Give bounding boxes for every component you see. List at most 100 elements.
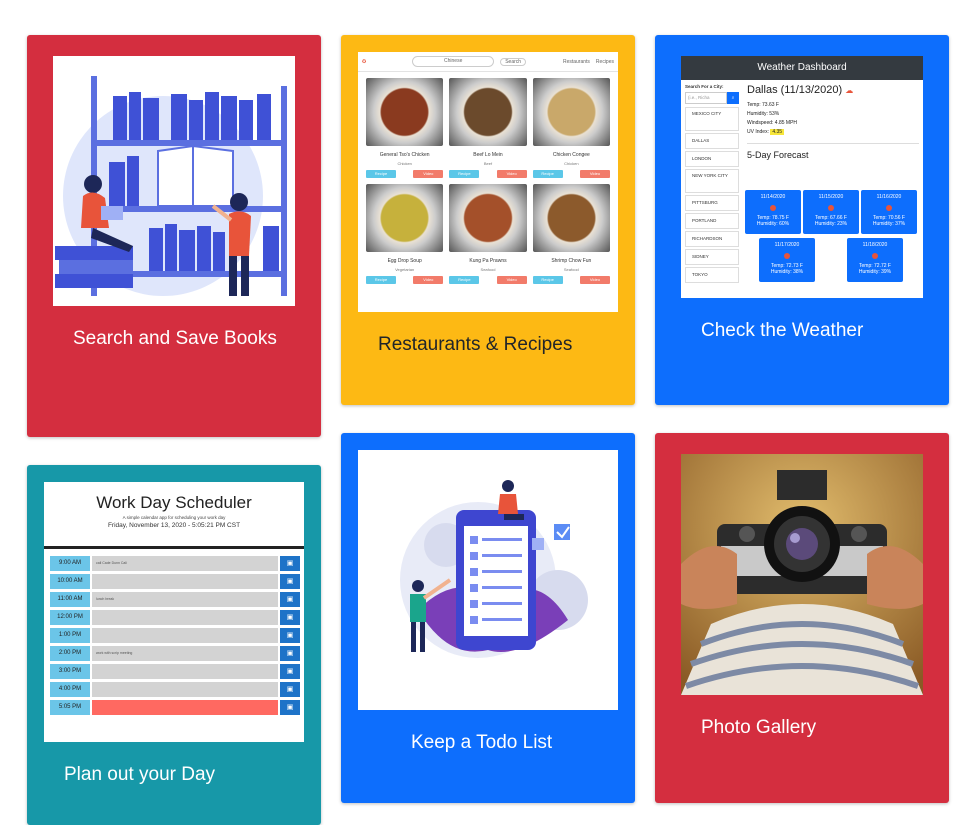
recipes-grid: General Tso's Chicken Chicken Recipe Vid… [358,72,618,290]
recipe-card[interactable]: General Tso's Chicken Chicken Recipe Vid… [366,78,444,178]
photo-card[interactable]: Photo Gallery [655,433,949,803]
recipe-card[interactable]: Chicken Congee Chicken Recipe Video [532,78,610,178]
hour-label: 5:05 PM [50,700,90,715]
books-card[interactable]: Search and Save Books [27,35,321,437]
city-history-item[interactable]: Mexico City [685,107,739,131]
forecast-humidity: Humidity: 37% [872,221,906,227]
event-textarea[interactable]: work with scrip meeting [92,646,278,661]
hour-label: 4:00 PM [50,682,90,697]
recipe-card[interactable]: Shrimp Chow Fun Seafood Recipe Video [532,184,610,284]
recipe-name: Egg Drop Soup [387,258,422,264]
save-icon[interactable]: ▣ [280,592,300,607]
forecast-card: 11/18/2020 Temp: 72.72 F Humidity: 39% [847,238,903,282]
city-history-item[interactable]: Tokyo [685,267,739,283]
city-history-item[interactable]: Richardson [685,231,739,247]
save-icon[interactable]: ▣ [280,556,300,571]
recipe-image [532,184,610,252]
city-search-input[interactable]: (i.e., Richa [685,92,727,104]
event-textarea[interactable] [92,700,278,715]
nav-link-recipes[interactable]: Recipes [596,59,614,65]
weather-card[interactable]: Weather Dashboard Search For a City: (i.… [655,35,949,405]
time-block-row: 3:00 PM ▣ [50,664,300,680]
event-textarea[interactable]: call Cade Dunn Cali [92,556,278,571]
save-icon[interactable]: ▣ [280,574,300,589]
recipe-card[interactable]: Egg Drop Soup Vegetarian Recipe Video [366,184,444,284]
video-button[interactable]: Video [496,170,527,178]
city-history-item[interactable]: Sidney [685,249,739,265]
recipe-card[interactable]: Beef Lo Mein Beef Recipe Video [449,78,527,178]
time-block-row: 9:00 AM call Cade Dunn Cali ▣ [50,556,300,572]
recipe-name: Chicken Congee [552,152,590,158]
hour-label: 1:00 PM [50,628,90,643]
event-textarea[interactable] [92,664,278,679]
uv-badge: 4.35 [770,129,785,135]
card-title: Search and Save Books [73,328,277,349]
recipe-button[interactable]: Recipe [532,170,563,178]
recipes-search-input[interactable]: Chinese [412,56,495,67]
scheduler-divider [44,546,304,549]
time-block-row: 4:00 PM ▣ [50,682,300,698]
books-thumbnail [53,56,295,306]
recipe-button[interactable]: Recipe [532,276,563,284]
recipe-image [532,78,610,146]
photo-thumbnail [681,454,923,695]
weather-header: Weather Dashboard [681,56,923,80]
video-button[interactable]: Video [580,170,610,178]
save-icon[interactable]: ▣ [280,628,300,643]
city-history-item[interactable]: Pittsburg [685,195,739,211]
forecast-card: 11/16/2020 Temp: 70.56 F Humidity: 37% [861,190,917,234]
scheduler-card[interactable]: Work Day Scheduler A simple calendar app… [27,465,321,825]
event-textarea[interactable] [92,682,278,697]
video-button[interactable]: Video [580,276,610,284]
recipe-button[interactable]: Recipe [449,276,480,284]
time-block-row: 1:00 PM ▣ [50,628,300,644]
event-textarea[interactable] [92,610,278,625]
save-icon[interactable]: ▣ [280,664,300,679]
weather-main: Dallas (11/13/2020) ☁ Temp: 73.63 F Humi… [747,84,919,160]
forecast-card: 11/15/2020 Temp: 67.66 F Humidity: 23% [803,190,859,234]
uv-label: UV Index: [747,129,769,135]
current-city-date: Dallas (11/13/2020) ☁ [747,84,854,96]
video-button[interactable]: Video [413,276,444,284]
save-icon[interactable]: ▣ [280,700,300,715]
save-icon[interactable]: ▣ [280,682,300,697]
recipe-image [449,184,527,252]
time-block-row: 12:00 PM ▣ [50,610,300,626]
city-history-item[interactable]: Portland [685,213,739,229]
scheduler-subtitle: A simple calendar app for scheduling you… [122,515,226,520]
event-textarea[interactable]: lunch break [92,592,278,607]
event-textarea[interactable] [92,628,278,643]
weather-sidebar: Search For a City: (i.e., Richa ⌕ Mexico… [685,84,739,283]
todo-card[interactable]: Keep a Todo List [341,433,635,803]
forecast-date: 11/16/2020 [876,194,902,200]
recipes-card[interactable]: ✪ Chinese Search Restaurants Recipes Gen… [341,35,635,405]
card-title: Keep a Todo List [411,732,553,753]
current-humidity: Humidity: 53% [747,111,780,117]
recipe-name: Beef Lo Mein [473,152,503,158]
recipe-button[interactable]: Recipe [366,276,396,284]
recipe-image [366,184,444,252]
nav-link-restaurants[interactable]: Restaurants [563,59,590,65]
video-button[interactable]: Video [413,170,444,178]
city-history-item[interactable]: New York City [685,169,739,193]
video-button[interactable]: Video [496,276,527,284]
card-title: Plan out your Day [64,764,216,785]
forecast-date: 11/14/2020 [760,194,786,200]
save-icon[interactable]: ▣ [280,646,300,661]
city-history-item[interactable]: Dallas [685,133,739,149]
forecast-humidity: Humidity: 39% [858,269,892,275]
search-label: Search For a City: [685,84,724,89]
recipes-thumbnail: ✪ Chinese Search Restaurants Recipes Gen… [358,52,618,312]
forecast-humidity: Humidity: 60% [756,221,790,227]
weather-sun-icon [784,253,790,259]
recipe-button[interactable]: Recipe [449,170,480,178]
search-icon[interactable]: ⌕ [727,92,739,104]
recipes-navbar: ✪ Chinese Search Restaurants Recipes [358,52,618,72]
forecast-date: 11/17/2020 [774,242,800,248]
recipes-search-button[interactable]: Search [500,57,527,66]
event-textarea[interactable] [92,574,278,589]
save-icon[interactable]: ▣ [280,610,300,625]
city-history-item[interactable]: London [685,151,739,167]
recipe-card[interactable]: Kung Pa Prawns Seafood Recipe Video [449,184,527,284]
recipe-button[interactable]: Recipe [366,170,396,178]
